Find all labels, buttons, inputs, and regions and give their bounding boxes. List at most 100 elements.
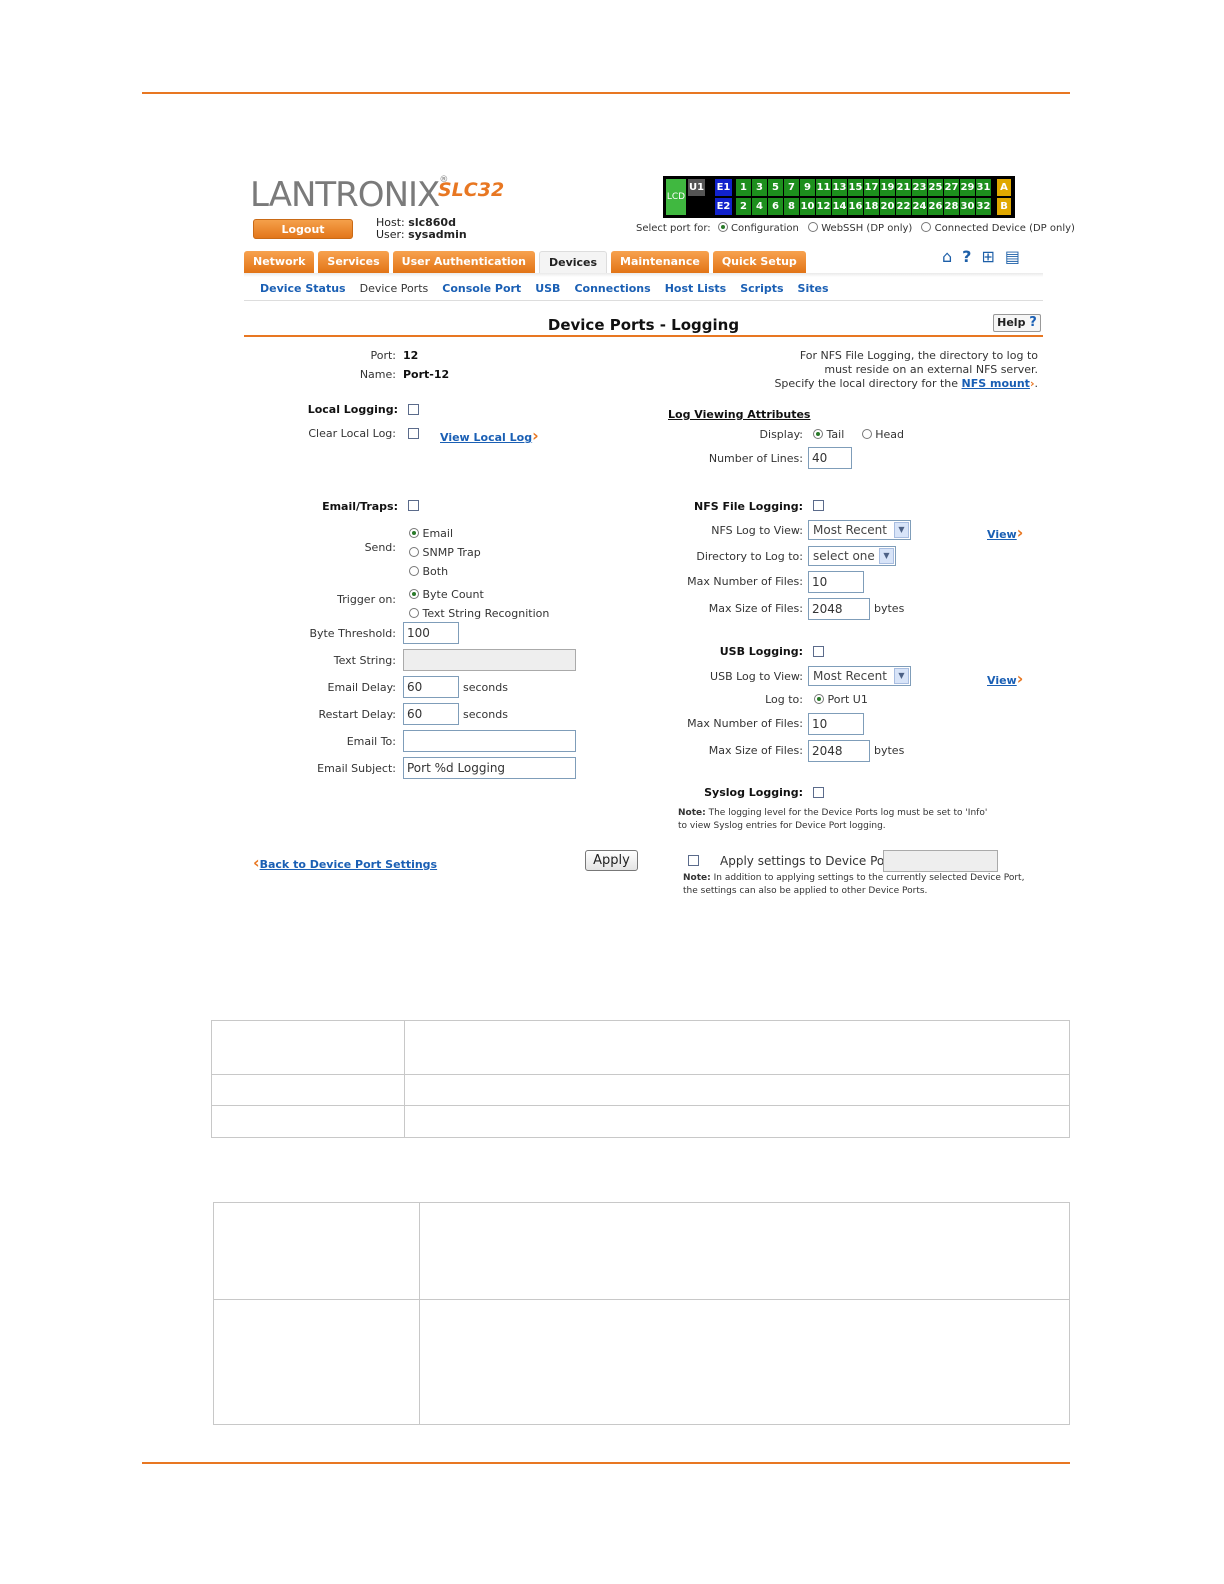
port-14[interactable]: 14	[832, 198, 847, 215]
email-traps-checkbox[interactable]	[408, 500, 419, 511]
subnav-host-lists[interactable]: Host Lists	[665, 282, 727, 295]
sitemap-icon[interactable]: ⊞	[981, 247, 994, 266]
help-icon[interactable]: ?	[962, 247, 971, 266]
port-21[interactable]: 21	[896, 179, 911, 196]
apply-button[interactable]: Apply	[585, 850, 638, 871]
usb-logging-checkbox[interactable]	[813, 646, 824, 657]
port-e1[interactable]: E1	[715, 179, 732, 196]
port-22[interactable]: 22	[896, 198, 911, 215]
nfs-max-files-input[interactable]: 10	[808, 571, 864, 593]
radio-port-u1[interactable]	[814, 694, 824, 704]
restart-delay-input[interactable]: 60	[403, 703, 459, 725]
port-u1[interactable]: U1	[688, 179, 705, 196]
port-24[interactable]: 24	[912, 198, 927, 215]
view-local-log-link[interactable]: View Local Log	[440, 431, 532, 444]
port-16[interactable]: 16	[848, 198, 863, 215]
nfs-view-link[interactable]: View	[987, 528, 1017, 541]
port-a[interactable]: A	[997, 179, 1011, 196]
port-12[interactable]: 12	[816, 198, 831, 215]
email-subject-input[interactable]: Port %d Logging	[403, 757, 576, 779]
logout-button[interactable]: Logout	[253, 219, 353, 239]
tab-services[interactable]: Services	[318, 251, 389, 273]
tab-user-authentication[interactable]: User Authentication	[392, 251, 535, 273]
tab-network[interactable]: Network	[244, 251, 315, 273]
subnav-console-port[interactable]: Console Port	[442, 282, 521, 295]
radio-send-both[interactable]	[409, 566, 419, 576]
port-b[interactable]: B	[997, 198, 1011, 215]
port-1[interactable]: 1	[736, 179, 751, 196]
subnav-sites[interactable]: Sites	[798, 282, 829, 295]
port-11[interactable]: 11	[816, 179, 831, 196]
subnav-scripts[interactable]: Scripts	[740, 282, 783, 295]
subnav-device-status[interactable]: Device Status	[260, 282, 346, 295]
notes-icon[interactable]: ▤	[1005, 247, 1020, 266]
tab-devices[interactable]: Devices	[538, 251, 608, 273]
port-26[interactable]: 26	[928, 198, 943, 215]
port-13[interactable]: 13	[832, 179, 847, 196]
radio-connected-device[interactable]	[921, 222, 932, 232]
port-5[interactable]: 5	[768, 179, 783, 196]
radio-byte-count[interactable]	[409, 589, 419, 599]
port-6[interactable]: 6	[768, 198, 783, 215]
port-23[interactable]: 23	[912, 179, 927, 196]
port-e2[interactable]: E2	[715, 198, 732, 215]
port-19[interactable]: 19	[880, 179, 895, 196]
apply-ports-input[interactable]	[883, 850, 998, 872]
port-8[interactable]: 8	[784, 198, 799, 215]
apply-ports-checkbox[interactable]	[688, 855, 699, 866]
nfs-dir-select[interactable]: select one ▼	[808, 546, 896, 566]
nfs-log-view-select[interactable]: Most Recent ▼	[808, 520, 911, 540]
radio-webssh[interactable]	[808, 222, 819, 232]
usb-max-size-input[interactable]: 2048	[808, 740, 870, 762]
subnav-device-ports[interactable]: Device Ports	[360, 282, 429, 295]
local-logging-checkbox[interactable]	[408, 404, 419, 415]
port-20[interactable]: 20	[880, 198, 895, 215]
port-28[interactable]: 28	[944, 198, 959, 215]
lines-input[interactable]: 40	[808, 447, 852, 469]
radio-head[interactable]	[861, 429, 872, 439]
nfs-logging-checkbox[interactable]	[813, 500, 824, 511]
tab-quick-setup[interactable]: Quick Setup	[712, 251, 806, 273]
port-7[interactable]: 7	[784, 179, 799, 196]
radio-text-string[interactable]	[409, 608, 419, 618]
radio-send-email[interactable]	[409, 528, 419, 538]
trigger-options: Byte Count Text String Recognition	[409, 585, 549, 623]
usb-view-link[interactable]: View	[987, 674, 1017, 687]
port-29[interactable]: 29	[960, 179, 975, 196]
syslog-logging-checkbox[interactable]	[813, 787, 824, 798]
email-to-input[interactable]	[403, 730, 576, 752]
back-link[interactable]: Back to Device Port Settings	[260, 858, 438, 871]
port-30[interactable]: 30	[960, 198, 975, 215]
clear-local-log-checkbox[interactable]	[408, 428, 419, 439]
subnav-connections[interactable]: Connections	[574, 282, 650, 295]
tab-maintenance[interactable]: Maintenance	[611, 251, 709, 273]
nfs-max-size-input[interactable]: 2048	[808, 598, 870, 620]
port-lcd[interactable]: LCD	[666, 179, 686, 215]
usb-log-view-select[interactable]: Most Recent ▼	[808, 666, 911, 686]
nfs-mount-link[interactable]: NFS mount	[962, 377, 1030, 390]
help-button[interactable]: Help ?	[993, 314, 1041, 332]
port-15[interactable]: 15	[848, 179, 863, 196]
port-3[interactable]: 3	[752, 179, 767, 196]
email-traps-label: Email/Traps:	[322, 500, 398, 513]
usb-max-files-input[interactable]: 10	[808, 713, 864, 735]
port-32[interactable]: 32	[976, 198, 991, 215]
radio-tail[interactable]	[813, 429, 823, 439]
home-icon[interactable]: ⌂	[942, 247, 952, 266]
byte-threshold-input[interactable]: 100	[403, 622, 459, 644]
radio-configuration[interactable]	[717, 222, 728, 232]
port-31[interactable]: 31	[976, 179, 991, 196]
port-2[interactable]: 2	[736, 198, 751, 215]
text-string-input[interactable]	[403, 649, 576, 671]
syslog-note-line1: The logging level for the Device Ports l…	[708, 808, 988, 818]
port-10[interactable]: 10	[800, 198, 815, 215]
port-4[interactable]: 4	[752, 198, 767, 215]
radio-send-snmp[interactable]	[409, 547, 419, 557]
port-27[interactable]: 27	[944, 179, 959, 196]
port-17[interactable]: 17	[864, 179, 879, 196]
subnav-usb[interactable]: USB	[535, 282, 560, 295]
port-25[interactable]: 25	[928, 179, 943, 196]
port-18[interactable]: 18	[864, 198, 879, 215]
email-delay-input[interactable]: 60	[403, 676, 459, 698]
port-9[interactable]: 9	[800, 179, 815, 196]
